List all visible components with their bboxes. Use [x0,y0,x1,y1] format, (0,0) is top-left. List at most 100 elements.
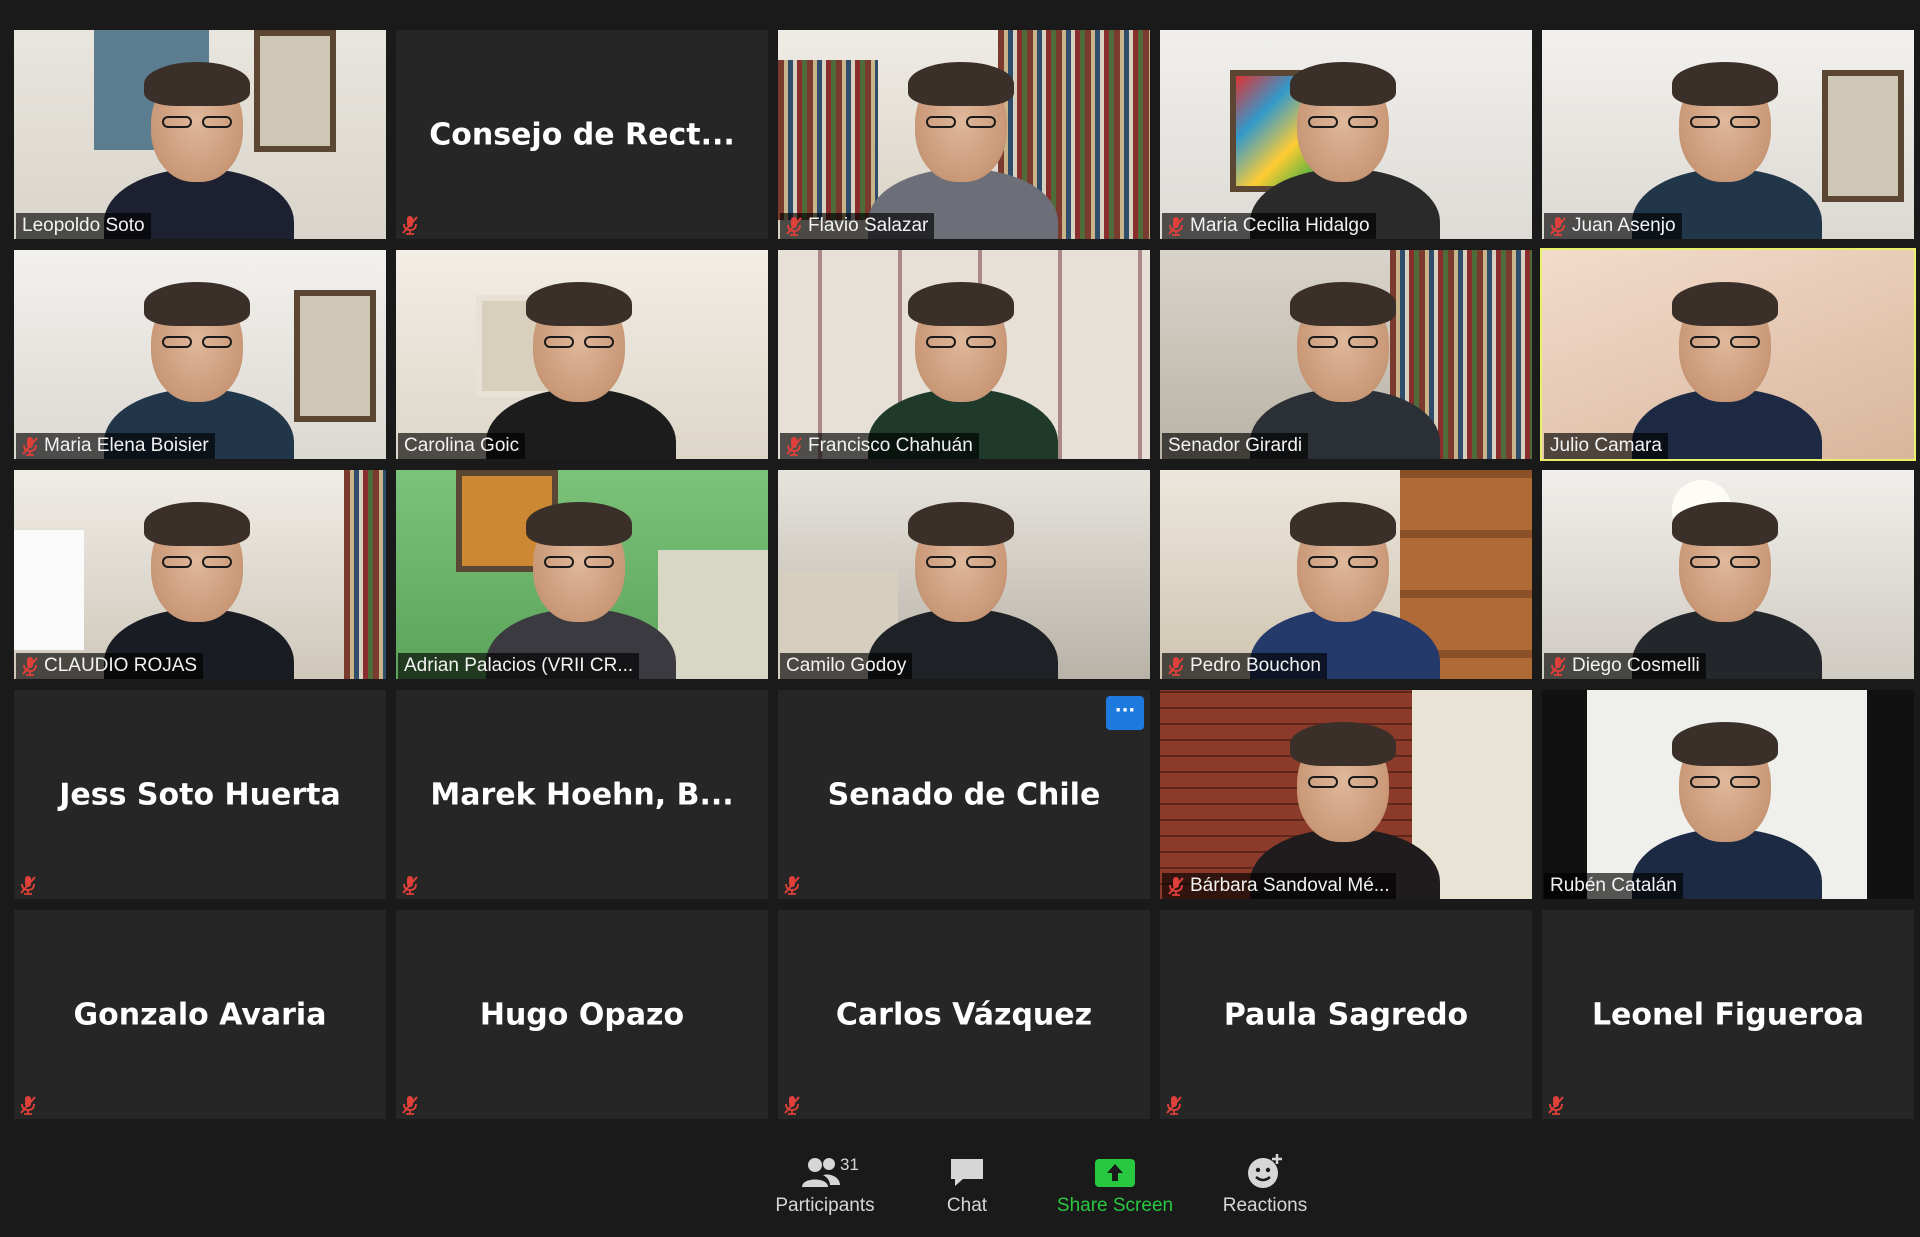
participant-video [1160,250,1532,459]
participant-tile[interactable]: Jess Soto Huerta [14,690,386,899]
zoom-meeting-window: Leopoldo Soto Consejo de Rect... Flavio Sa… [0,0,1920,1237]
participant-tile[interactable]: Senador Girardi [1160,250,1532,459]
participant-tile[interactable]: Consejo de Rect... [396,30,768,239]
mic-muted-icon [22,656,38,676]
participant-tile[interactable]: Bárbara Sandoval Mé... [1160,690,1532,899]
participant-tile[interactable]: CLAUDIO ROJAS [14,470,386,679]
participant-name: Gonzalo Avaria [73,997,327,1032]
participant-name: Carlos Vázquez [835,997,1093,1032]
participant-video [1542,690,1914,899]
participant-name: Pedro Bouchon [1190,655,1321,676]
participant-tile[interactable]: Leonel Figueroa [1542,910,1914,1119]
participant-name: CLAUDIO ROJAS [44,655,198,676]
participant-tile[interactable]: Julio Camara [1540,248,1916,461]
participant-name: Leopoldo Soto [22,215,145,236]
participant-name-label: Maria Cecilia Hidalgo [1162,213,1376,239]
mic-muted-icon [1168,656,1184,676]
participant-video [1160,690,1532,899]
participant-video [1542,30,1914,239]
chat-icon [951,1159,983,1186]
participant-tile[interactable]: Rubén Catalán [1542,690,1914,899]
participant-name-label: Diego Cosmelli [1544,653,1706,679]
participant-name-label: Juan Asenjo [1544,213,1682,239]
participant-tile[interactable]: Leopoldo Soto [14,30,386,239]
participants-button[interactable]: 31 Participants [760,1149,890,1217]
mic-muted-icon [1548,1095,1564,1115]
mic-muted-icon [22,436,38,456]
mic-muted-icon [1168,876,1184,896]
mic-muted-icon [1550,656,1566,676]
participant-name: Carolina Goic [404,435,520,456]
participant-tile[interactable]: Marek Hoehn, B... [396,690,768,899]
participant-name-label: Flavio Salazar [780,213,935,239]
participant-name-label: Camilo Godoy [780,653,913,679]
participant-tile[interactable]: Gonzalo Avaria [14,910,386,1119]
participant-name: Francisco Chahuán [808,435,973,456]
reactions-icon [1248,1154,1282,1188]
participant-video [778,470,1150,679]
share-screen-label: Share Screen [1056,1195,1174,1216]
participant-video [14,250,386,459]
participant-tile[interactable]: Adrian Palacios (VRII CR... [396,470,768,679]
participant-tile[interactable]: Juan Asenjo [1542,30,1914,239]
participant-tile[interactable]: Hugo Opazo [396,910,768,1119]
participant-tile[interactable]: Camilo Godoy [778,470,1150,679]
mic-muted-icon [20,875,36,895]
participant-name: Maria Elena Boisier [44,435,209,456]
participant-name-label: Rubén Catalán [1544,873,1683,899]
participant-name: Senador Girardi [1168,435,1303,456]
participant-video [1542,470,1914,679]
mic-muted-icon [402,215,418,235]
participant-name-label: Adrian Palacios (VRII CR... [398,653,640,679]
participant-tile[interactable]: Pedro Bouchon [1160,470,1532,679]
participant-name-label: Julio Camara [1544,433,1668,459]
share-screen-button[interactable]: Share Screen [1050,1149,1180,1217]
mic-muted-icon [784,875,800,895]
participant-video [396,470,768,679]
participant-tile[interactable]: Carlos Vázquez [778,910,1150,1119]
participant-tile[interactable]: Diego Cosmelli [1542,470,1914,679]
chat-label: Chat [946,1195,988,1216]
participant-video [1542,250,1914,459]
participant-tile[interactable]: Flavio Salazar [778,30,1150,239]
participant-name: Leonel Figueroa [1591,997,1865,1032]
mic-muted-icon [20,1095,36,1115]
more-options-button[interactable]: ··· [1106,696,1144,730]
participant-video [14,470,386,679]
participant-name-label: Senador Girardi [1162,433,1309,459]
mic-muted-icon [402,1095,418,1115]
mic-muted-icon [786,436,802,456]
participant-name-label: Maria Elena Boisier [16,433,215,459]
participant-tile[interactable]: Carolina Goic [396,250,768,459]
participant-tile[interactable]: Paula Sagredo [1160,910,1532,1119]
participant-name: Flavio Salazar [808,215,929,236]
participant-name: Jess Soto Huerta [59,777,341,812]
participant-name: Maria Cecilia Hidalgo [1190,215,1370,236]
participant-name-label: Bárbara Sandoval Mé... [1162,873,1396,899]
chat-button[interactable]: Chat [902,1149,1032,1217]
participants-label: Participants [775,1195,875,1216]
participant-name: Adrian Palacios (VRII CR... [404,655,634,676]
mic-muted-icon [786,216,802,236]
participant-name-label: Carolina Goic [398,433,526,459]
participant-name: Hugo Opazo [479,997,685,1032]
participant-tile[interactable]: Senado de Chile ··· [778,690,1150,899]
participant-tile[interactable]: Maria Cecilia Hidalgo [1160,30,1532,239]
participant-name: Bárbara Sandoval Mé... [1190,875,1390,896]
participant-name: Diego Cosmelli [1572,655,1700,676]
participant-name: Consejo de Rect... [429,117,735,152]
participant-video [778,250,1150,459]
participant-tile[interactable]: Maria Elena Boisier [14,250,386,459]
participant-tile[interactable]: Francisco Chahuán [778,250,1150,459]
participant-video [396,250,768,459]
participant-name: Paula Sagredo [1223,997,1469,1032]
participant-name-label: CLAUDIO ROJAS [16,653,204,679]
participant-video [1160,30,1532,239]
participant-name-label: Leopoldo Soto [16,213,151,239]
reactions-button[interactable]: Reactions [1200,1149,1330,1217]
reactions-label: Reactions [1222,1195,1308,1216]
participant-name: Julio Camara [1550,435,1662,456]
meeting-toolbar: 31 Participants Chat Share Screen Reacti… [0,1127,1920,1237]
mic-muted-icon [1168,216,1184,236]
participant-name: Senado de Chile [827,777,1101,812]
